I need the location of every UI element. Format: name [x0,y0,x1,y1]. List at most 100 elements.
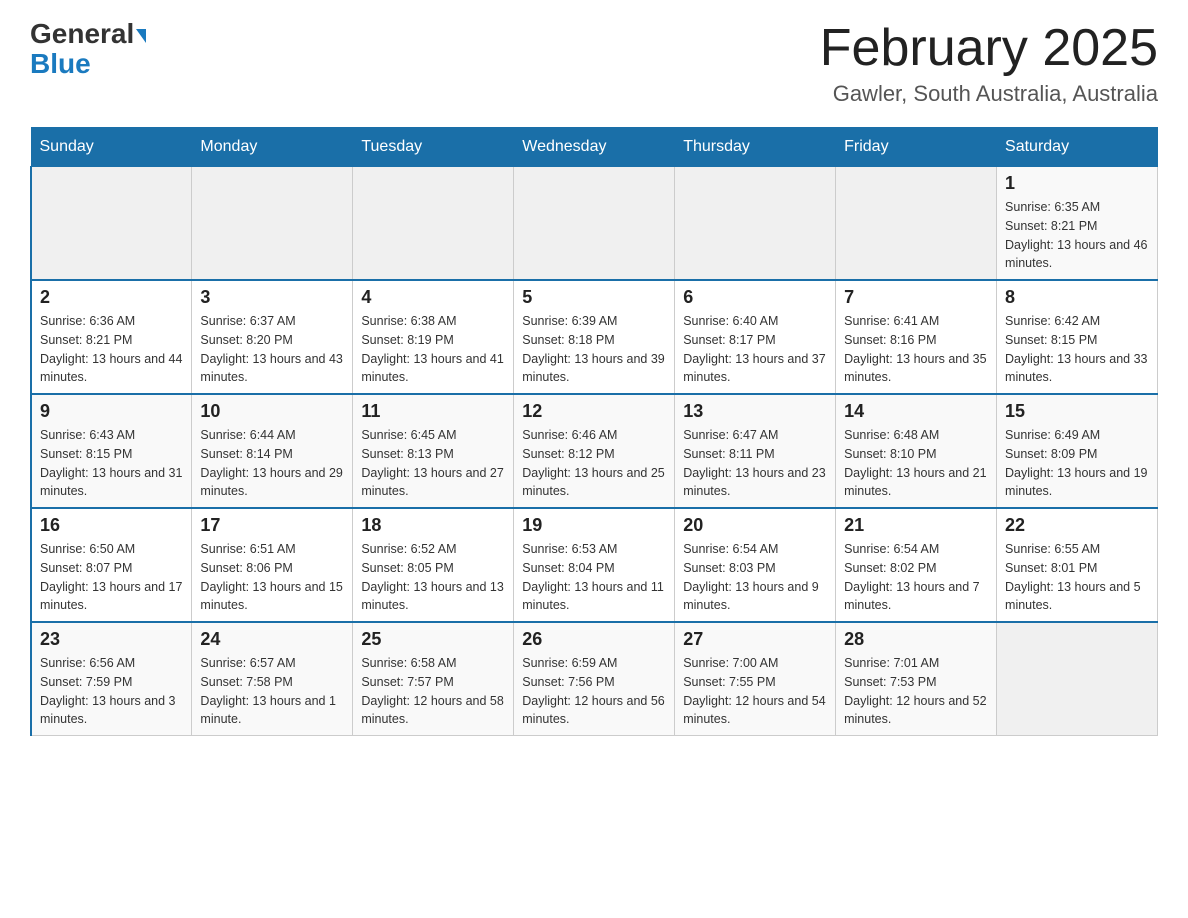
day-info: Sunrise: 6:58 AM Sunset: 7:57 PM Dayligh… [361,654,505,729]
calendar-cell: 10 Sunrise: 6:44 AM Sunset: 8:14 PM Dayli… [192,394,353,508]
day-info: Sunrise: 6:59 AM Sunset: 7:56 PM Dayligh… [522,654,666,729]
day-number: 17 [200,515,344,536]
calendar-cell: 20 Sunrise: 6:54 AM Sunset: 8:03 PM Dayli… [675,508,836,622]
day-number: 26 [522,629,666,650]
calendar-cell: 12 Sunrise: 6:46 AM Sunset: 8:12 PM Dayli… [514,394,675,508]
page-header: General Blue February 2025 Gawler, South… [30,20,1158,107]
calendar-cell: 9 Sunrise: 6:43 AM Sunset: 8:15 PM Daylig… [31,394,192,508]
day-info: Sunrise: 6:41 AM Sunset: 8:16 PM Dayligh… [844,312,988,387]
day-info: Sunrise: 6:56 AM Sunset: 7:59 PM Dayligh… [40,654,183,729]
day-number: 2 [40,287,183,308]
calendar-cell [353,167,514,281]
day-number: 28 [844,629,988,650]
day-header-saturday: Saturday [997,128,1158,167]
day-info: Sunrise: 6:44 AM Sunset: 8:14 PM Dayligh… [200,426,344,501]
day-info: Sunrise: 6:40 AM Sunset: 8:17 PM Dayligh… [683,312,827,387]
day-info: Sunrise: 6:55 AM Sunset: 8:01 PM Dayligh… [1005,540,1149,615]
calendar-cell: 15 Sunrise: 6:49 AM Sunset: 8:09 PM Dayli… [997,394,1158,508]
day-number: 4 [361,287,505,308]
calendar-header-row: SundayMondayTuesdayWednesdayThursdayFrid… [31,128,1158,167]
calendar-cell: 6 Sunrise: 6:40 AM Sunset: 8:17 PM Daylig… [675,280,836,394]
calendar-week-row: 16 Sunrise: 6:50 AM Sunset: 8:07 PM Dayli… [31,508,1158,622]
calendar-cell: 26 Sunrise: 6:59 AM Sunset: 7:56 PM Dayli… [514,622,675,736]
day-header-sunday: Sunday [31,128,192,167]
day-number: 15 [1005,401,1149,422]
day-number: 20 [683,515,827,536]
calendar-week-row: 2 Sunrise: 6:36 AM Sunset: 8:21 PM Daylig… [31,280,1158,394]
day-number: 1 [1005,173,1149,194]
day-info: Sunrise: 6:42 AM Sunset: 8:15 PM Dayligh… [1005,312,1149,387]
day-info: Sunrise: 6:38 AM Sunset: 8:19 PM Dayligh… [361,312,505,387]
day-info: Sunrise: 6:50 AM Sunset: 8:07 PM Dayligh… [40,540,183,615]
day-number: 16 [40,515,183,536]
day-info: Sunrise: 6:43 AM Sunset: 8:15 PM Dayligh… [40,426,183,501]
calendar-cell: 25 Sunrise: 6:58 AM Sunset: 7:57 PM Dayli… [353,622,514,736]
calendar-cell: 22 Sunrise: 6:55 AM Sunset: 8:01 PM Dayli… [997,508,1158,622]
calendar-cell: 28 Sunrise: 7:01 AM Sunset: 7:53 PM Dayli… [836,622,997,736]
day-number: 23 [40,629,183,650]
calendar-cell: 19Sunrise: 6:53 AM Sunset: 8:04 PM Dayli… [514,508,675,622]
day-info: Sunrise: 6:49 AM Sunset: 8:09 PM Dayligh… [1005,426,1149,501]
calendar-cell [675,167,836,281]
day-number: 12 [522,401,666,422]
calendar-cell: 7 Sunrise: 6:41 AM Sunset: 8:16 PM Daylig… [836,280,997,394]
day-number: 27 [683,629,827,650]
day-number: 21 [844,515,988,536]
calendar-cell: 2 Sunrise: 6:36 AM Sunset: 8:21 PM Daylig… [31,280,192,394]
day-number: 7 [844,287,988,308]
calendar-cell: 21 Sunrise: 6:54 AM Sunset: 8:02 PM Dayli… [836,508,997,622]
day-header-wednesday: Wednesday [514,128,675,167]
day-info: Sunrise: 6:39 AM Sunset: 8:18 PM Dayligh… [522,312,666,387]
logo-triangle-icon [136,29,146,43]
page-title: February 2025 [820,20,1158,77]
day-info: Sunrise: 6:54 AM Sunset: 8:02 PM Dayligh… [844,540,988,615]
calendar-cell [192,167,353,281]
page-subtitle: Gawler, South Australia, Australia [820,81,1158,107]
day-number: 22 [1005,515,1149,536]
day-header-friday: Friday [836,128,997,167]
day-number: 8 [1005,287,1149,308]
day-info: Sunrise: 6:48 AM Sunset: 8:10 PM Dayligh… [844,426,988,501]
logo-blue: Blue [30,50,91,78]
calendar-cell: 17 Sunrise: 6:51 AM Sunset: 8:06 PM Dayli… [192,508,353,622]
title-block: February 2025 Gawler, South Australia, A… [820,20,1158,107]
day-number: 14 [844,401,988,422]
calendar-cell: 5 Sunrise: 6:39 AM Sunset: 8:18 PM Daylig… [514,280,675,394]
day-number: 19 [522,515,666,536]
calendar-cell: 23 Sunrise: 6:56 AM Sunset: 7:59 PM Dayli… [31,622,192,736]
day-header-thursday: Thursday [675,128,836,167]
calendar-cell: 3Sunrise: 6:37 AM Sunset: 8:20 PM Daylig… [192,280,353,394]
day-number: 9 [40,401,183,422]
day-info: Sunrise: 6:52 AM Sunset: 8:05 PM Dayligh… [361,540,505,615]
day-number: 5 [522,287,666,308]
day-header-tuesday: Tuesday [353,128,514,167]
calendar-cell [997,622,1158,736]
calendar-cell [31,167,192,281]
calendar-cell: 14 Sunrise: 6:48 AM Sunset: 8:10 PM Dayli… [836,394,997,508]
calendar-cell: 18Sunrise: 6:52 AM Sunset: 8:05 PM Dayli… [353,508,514,622]
day-info: Sunrise: 6:51 AM Sunset: 8:06 PM Dayligh… [200,540,344,615]
day-number: 13 [683,401,827,422]
day-info: Sunrise: 6:46 AM Sunset: 8:12 PM Dayligh… [522,426,666,501]
calendar-week-row: 23 Sunrise: 6:56 AM Sunset: 7:59 PM Dayli… [31,622,1158,736]
day-info: Sunrise: 6:54 AM Sunset: 8:03 PM Dayligh… [683,540,827,615]
day-number: 10 [200,401,344,422]
calendar-cell [836,167,997,281]
calendar-table: SundayMondayTuesdayWednesdayThursdayFrid… [30,127,1158,736]
day-info: Sunrise: 6:45 AM Sunset: 8:13 PM Dayligh… [361,426,505,501]
day-number: 25 [361,629,505,650]
day-info: Sunrise: 6:36 AM Sunset: 8:21 PM Dayligh… [40,312,183,387]
calendar-cell: 11 Sunrise: 6:45 AM Sunset: 8:13 PM Dayli… [353,394,514,508]
day-info: Sunrise: 6:35 AM Sunset: 8:21 PM Dayligh… [1005,198,1149,273]
calendar-cell: 16 Sunrise: 6:50 AM Sunset: 8:07 PM Dayli… [31,508,192,622]
calendar-cell: 13Sunrise: 6:47 AM Sunset: 8:11 PM Dayli… [675,394,836,508]
logo: General Blue [30,20,146,78]
day-number: 3 [200,287,344,308]
calendar-cell: 24Sunrise: 6:57 AM Sunset: 7:58 PM Dayli… [192,622,353,736]
day-number: 11 [361,401,505,422]
day-number: 6 [683,287,827,308]
day-info: Sunrise: 7:01 AM Sunset: 7:53 PM Dayligh… [844,654,988,729]
calendar-week-row: 9 Sunrise: 6:43 AM Sunset: 8:15 PM Daylig… [31,394,1158,508]
calendar-cell: 8 Sunrise: 6:42 AM Sunset: 8:15 PM Daylig… [997,280,1158,394]
day-info: Sunrise: 7:00 AM Sunset: 7:55 PM Dayligh… [683,654,827,729]
